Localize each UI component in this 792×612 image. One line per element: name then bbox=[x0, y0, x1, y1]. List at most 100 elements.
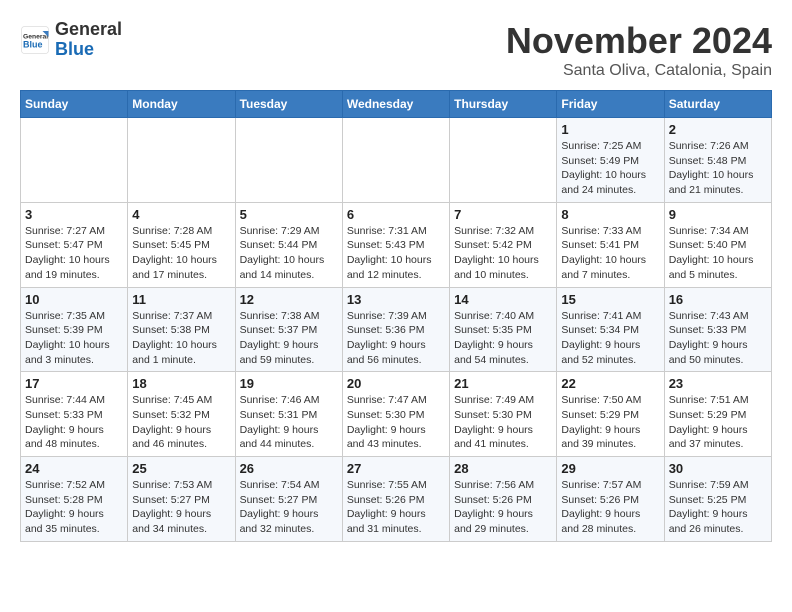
day-info: Sunrise: 7:45 AM Sunset: 5:32 PM Dayligh… bbox=[132, 393, 230, 452]
day-number: 18 bbox=[132, 376, 230, 391]
calendar-cell: 26 Sunrise: 7:54 AM Sunset: 5:27 PM Dayli… bbox=[235, 457, 342, 542]
calendar-cell: 10 Sunrise: 7:35 AM Sunset: 5:39 PM Dayli… bbox=[21, 287, 128, 372]
day-number: 14 bbox=[454, 292, 552, 307]
day-info: Sunrise: 7:27 AM Sunset: 5:47 PM Dayligh… bbox=[25, 224, 123, 283]
logo-general: General bbox=[55, 20, 122, 40]
day-number: 6 bbox=[347, 207, 445, 222]
day-info: Sunrise: 7:46 AM Sunset: 5:31 PM Dayligh… bbox=[240, 393, 338, 452]
day-number: 10 bbox=[25, 292, 123, 307]
calendar-cell bbox=[21, 118, 128, 203]
day-info: Sunrise: 7:50 AM Sunset: 5:29 PM Dayligh… bbox=[561, 393, 659, 452]
weekday-header-sunday: Sunday bbox=[21, 91, 128, 118]
day-info: Sunrise: 7:32 AM Sunset: 5:42 PM Dayligh… bbox=[454, 224, 552, 283]
day-info: Sunrise: 7:59 AM Sunset: 5:25 PM Dayligh… bbox=[669, 478, 767, 537]
calendar-cell: 5 Sunrise: 7:29 AM Sunset: 5:44 PM Daylig… bbox=[235, 202, 342, 287]
calendar-cell bbox=[342, 118, 449, 203]
day-number: 1 bbox=[561, 122, 659, 137]
day-number: 17 bbox=[25, 376, 123, 391]
calendar-cell: 20 Sunrise: 7:47 AM Sunset: 5:30 PM Dayli… bbox=[342, 372, 449, 457]
calendar-cell: 30 Sunrise: 7:59 AM Sunset: 5:25 PM Dayli… bbox=[664, 457, 771, 542]
calendar-cell: 28 Sunrise: 7:56 AM Sunset: 5:26 PM Dayli… bbox=[450, 457, 557, 542]
weekday-header-monday: Monday bbox=[128, 91, 235, 118]
title-area: November 2024 Santa Oliva, Catalonia, Sp… bbox=[506, 20, 772, 80]
day-number: 21 bbox=[454, 376, 552, 391]
calendar: SundayMondayTuesdayWednesdayThursdayFrid… bbox=[20, 90, 772, 542]
day-number: 19 bbox=[240, 376, 338, 391]
logo: General Blue General Blue bbox=[20, 20, 122, 60]
calendar-week-2: 3 Sunrise: 7:27 AM Sunset: 5:47 PM Daylig… bbox=[21, 202, 772, 287]
day-number: 9 bbox=[669, 207, 767, 222]
day-info: Sunrise: 7:57 AM Sunset: 5:26 PM Dayligh… bbox=[561, 478, 659, 537]
calendar-week-4: 17 Sunrise: 7:44 AM Sunset: 5:33 PM Dayli… bbox=[21, 372, 772, 457]
calendar-cell bbox=[450, 118, 557, 203]
day-number: 25 bbox=[132, 461, 230, 476]
day-number: 2 bbox=[669, 122, 767, 137]
day-number: 22 bbox=[561, 376, 659, 391]
day-number: 30 bbox=[669, 461, 767, 476]
day-number: 13 bbox=[347, 292, 445, 307]
day-number: 4 bbox=[132, 207, 230, 222]
weekday-header-saturday: Saturday bbox=[664, 91, 771, 118]
calendar-cell: 7 Sunrise: 7:32 AM Sunset: 5:42 PM Daylig… bbox=[450, 202, 557, 287]
day-info: Sunrise: 7:34 AM Sunset: 5:40 PM Dayligh… bbox=[669, 224, 767, 283]
calendar-cell: 22 Sunrise: 7:50 AM Sunset: 5:29 PM Dayli… bbox=[557, 372, 664, 457]
day-number: 15 bbox=[561, 292, 659, 307]
day-number: 7 bbox=[454, 207, 552, 222]
calendar-cell: 17 Sunrise: 7:44 AM Sunset: 5:33 PM Dayli… bbox=[21, 372, 128, 457]
day-info: Sunrise: 7:37 AM Sunset: 5:38 PM Dayligh… bbox=[132, 309, 230, 368]
weekday-header-friday: Friday bbox=[557, 91, 664, 118]
day-info: Sunrise: 7:55 AM Sunset: 5:26 PM Dayligh… bbox=[347, 478, 445, 537]
day-number: 23 bbox=[669, 376, 767, 391]
day-info: Sunrise: 7:39 AM Sunset: 5:36 PM Dayligh… bbox=[347, 309, 445, 368]
weekday-header-tuesday: Tuesday bbox=[235, 91, 342, 118]
calendar-week-5: 24Sunrise: 7:52 AM Sunset: 5:28 PM Dayli… bbox=[21, 457, 772, 542]
svg-text:Blue: Blue bbox=[23, 39, 43, 49]
calendar-cell bbox=[235, 118, 342, 203]
day-info: Sunrise: 7:47 AM Sunset: 5:30 PM Dayligh… bbox=[347, 393, 445, 452]
logo-text: General Blue bbox=[55, 20, 122, 60]
calendar-header: SundayMondayTuesdayWednesdayThursdayFrid… bbox=[21, 91, 772, 118]
day-info: Sunrise: 7:52 AM Sunset: 5:28 PM Dayligh… bbox=[25, 478, 123, 537]
day-info: Sunrise: 7:40 AM Sunset: 5:35 PM Dayligh… bbox=[454, 309, 552, 368]
day-number: 26 bbox=[240, 461, 338, 476]
weekday-header-wednesday: Wednesday bbox=[342, 91, 449, 118]
calendar-cell: 4Sunrise: 7:28 AM Sunset: 5:45 PM Daylig… bbox=[128, 202, 235, 287]
calendar-cell: 23Sunrise: 7:51 AM Sunset: 5:29 PM Dayli… bbox=[664, 372, 771, 457]
location: Santa Oliva, Catalonia, Spain bbox=[506, 62, 772, 80]
header: General Blue General Blue November 2024 … bbox=[20, 20, 772, 80]
logo-icon: General Blue bbox=[20, 25, 50, 55]
month-title: November 2024 bbox=[506, 20, 772, 62]
day-number: 28 bbox=[454, 461, 552, 476]
calendar-cell: 19 Sunrise: 7:46 AM Sunset: 5:31 PM Dayli… bbox=[235, 372, 342, 457]
day-info: Sunrise: 7:35 AM Sunset: 5:39 PM Dayligh… bbox=[25, 309, 123, 368]
calendar-cell: 8Sunrise: 7:33 AM Sunset: 5:41 PM Daylig… bbox=[557, 202, 664, 287]
calendar-cell: 3 Sunrise: 7:27 AM Sunset: 5:47 PM Daylig… bbox=[21, 202, 128, 287]
calendar-week-1: 1 Sunrise: 7:25 AM Sunset: 5:49 PM Daylig… bbox=[21, 118, 772, 203]
calendar-cell: 27Sunrise: 7:55 AM Sunset: 5:26 PM Dayli… bbox=[342, 457, 449, 542]
day-info: Sunrise: 7:44 AM Sunset: 5:33 PM Dayligh… bbox=[25, 393, 123, 452]
day-info: Sunrise: 7:31 AM Sunset: 5:43 PM Dayligh… bbox=[347, 224, 445, 283]
day-number: 20 bbox=[347, 376, 445, 391]
day-number: 5 bbox=[240, 207, 338, 222]
calendar-cell: 18 Sunrise: 7:45 AM Sunset: 5:32 PM Dayli… bbox=[128, 372, 235, 457]
calendar-cell: 11Sunrise: 7:37 AM Sunset: 5:38 PM Dayli… bbox=[128, 287, 235, 372]
calendar-cell: 1 Sunrise: 7:25 AM Sunset: 5:49 PM Daylig… bbox=[557, 118, 664, 203]
day-info: Sunrise: 7:54 AM Sunset: 5:27 PM Dayligh… bbox=[240, 478, 338, 537]
day-info: Sunrise: 7:56 AM Sunset: 5:26 PM Dayligh… bbox=[454, 478, 552, 537]
calendar-cell: 12Sunrise: 7:38 AM Sunset: 5:37 PM Dayli… bbox=[235, 287, 342, 372]
calendar-cell: 25Sunrise: 7:53 AM Sunset: 5:27 PM Dayli… bbox=[128, 457, 235, 542]
calendar-cell: 16Sunrise: 7:43 AM Sunset: 5:33 PM Dayli… bbox=[664, 287, 771, 372]
calendar-cell: 21Sunrise: 7:49 AM Sunset: 5:30 PM Dayli… bbox=[450, 372, 557, 457]
day-info: Sunrise: 7:29 AM Sunset: 5:44 PM Dayligh… bbox=[240, 224, 338, 283]
day-number: 12 bbox=[240, 292, 338, 307]
calendar-cell bbox=[128, 118, 235, 203]
weekday-header-thursday: Thursday bbox=[450, 91, 557, 118]
day-number: 3 bbox=[25, 207, 123, 222]
day-info: Sunrise: 7:33 AM Sunset: 5:41 PM Dayligh… bbox=[561, 224, 659, 283]
calendar-cell: 29 Sunrise: 7:57 AM Sunset: 5:26 PM Dayli… bbox=[557, 457, 664, 542]
day-info: Sunrise: 7:43 AM Sunset: 5:33 PM Dayligh… bbox=[669, 309, 767, 368]
calendar-cell: 24Sunrise: 7:52 AM Sunset: 5:28 PM Dayli… bbox=[21, 457, 128, 542]
day-number: 29 bbox=[561, 461, 659, 476]
day-info: Sunrise: 7:25 AM Sunset: 5:49 PM Dayligh… bbox=[561, 139, 659, 198]
day-info: Sunrise: 7:41 AM Sunset: 5:34 PM Dayligh… bbox=[561, 309, 659, 368]
